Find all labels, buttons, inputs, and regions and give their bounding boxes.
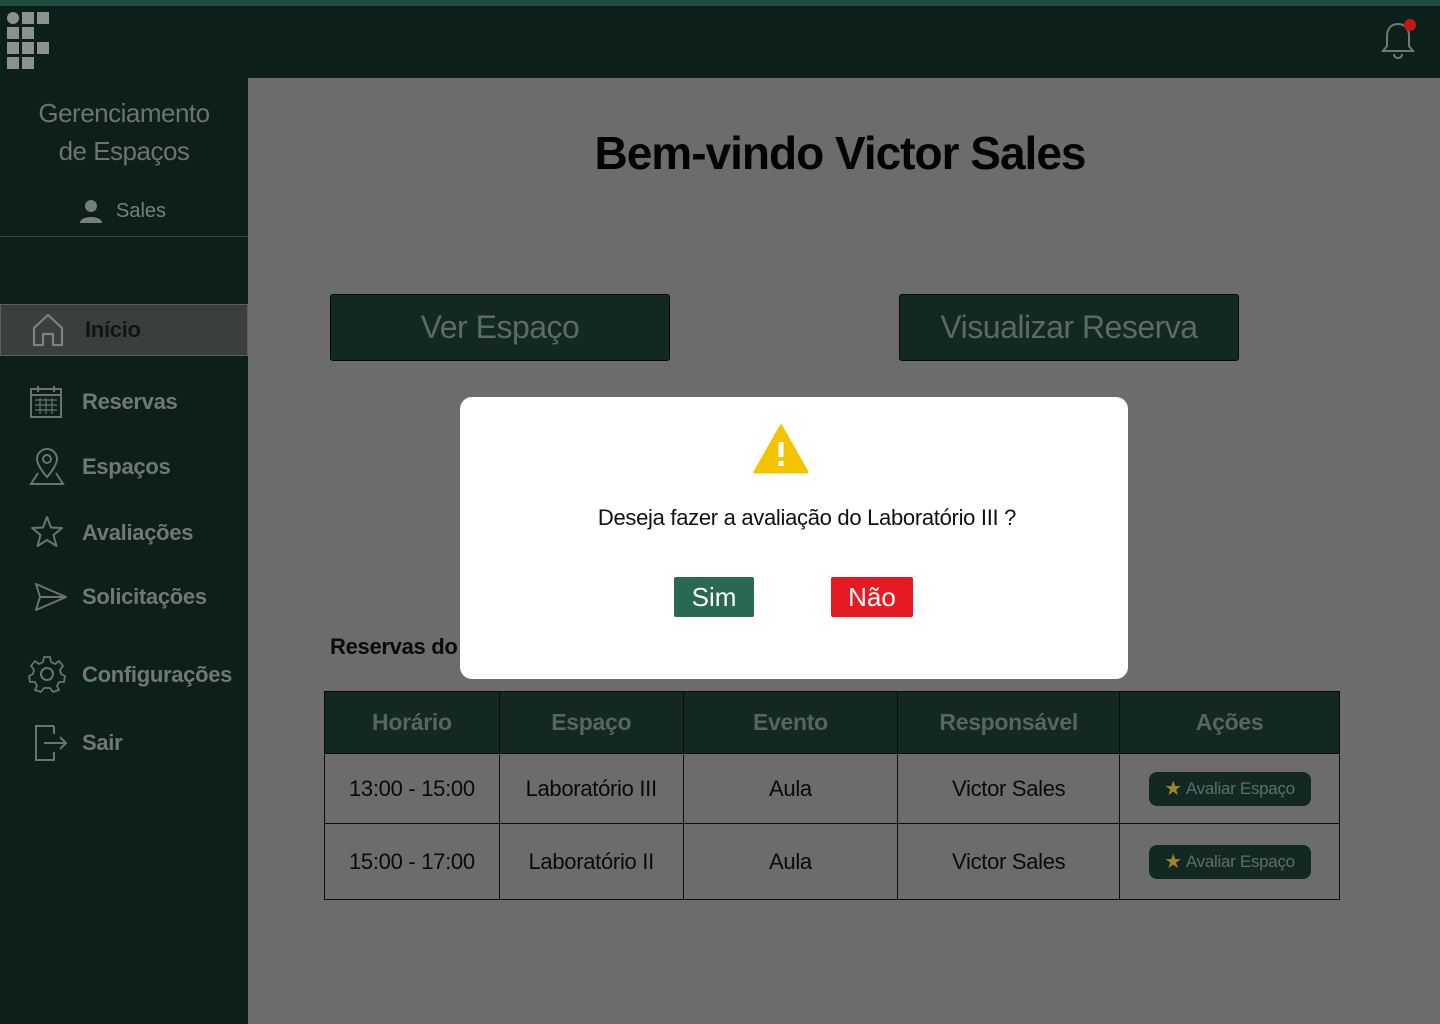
app-title: Gerenciamento de Espaços <box>0 94 248 170</box>
table-row: 13:00 - 15:00 Laboratório III Aula Victo… <box>324 753 1340 824</box>
cell-espaco: Laboratório II <box>498 823 684 900</box>
avaliar-espaco-label: Avaliar Espaço <box>1185 778 1295 798</box>
cell-espaco: Laboratório III <box>498 753 684 824</box>
cell-responsavel: Victor Sales <box>897 753 1121 824</box>
sidebar-item-configuracoes[interactable]: Configurações <box>0 649 248 701</box>
cell-acoes: ★ Avaliar Espaço <box>1119 753 1340 824</box>
notification-badge <box>1404 19 1416 31</box>
sidebar-item-label: Início <box>85 317 141 342</box>
ver-espaco-button[interactable]: Ver Espaço <box>330 294 670 361</box>
institution-logo <box>7 12 51 72</box>
calendar-icon <box>30 386 62 418</box>
sidebar-item-inicio[interactable]: Início <box>0 304 248 356</box>
sidebar-divider <box>0 236 248 237</box>
table-row: 15:00 - 17:00 Laboratório II Aula Victor… <box>324 823 1340 900</box>
user-icon <box>80 200 102 223</box>
sidebar-item-espacos[interactable]: Espaços <box>0 441 248 493</box>
table-header-row: Horário Espaço Evento Responsável Ações <box>324 691 1340 754</box>
sidebar-item-reservas[interactable]: Reservas <box>0 376 248 428</box>
user-name: Sales <box>116 199 167 222</box>
gear-icon <box>28 656 66 693</box>
dialog-message: Deseja fazer a avaliação do Laboratório … <box>597 505 1017 530</box>
cell-evento: Aula <box>682 823 899 900</box>
column-header-evento: Evento <box>682 691 899 754</box>
confirm-yes-button[interactable]: Sim <box>674 577 754 617</box>
warning-icon <box>753 424 809 474</box>
sidebar-item-avaliacoes[interactable]: Avaliações <box>0 507 248 559</box>
cell-horario: 13:00 - 15:00 <box>324 753 500 824</box>
reservations-table: Horário Espaço Evento Responsável Ações … <box>324 691 1340 900</box>
cell-responsavel: Victor Sales <box>897 823 1121 900</box>
visualizar-reserva-button[interactable]: Visualizar Reserva <box>899 294 1239 361</box>
sidebar-item-label: Solicitações <box>82 584 207 609</box>
sidebar-item-sair[interactable]: Sair <box>0 717 248 769</box>
star-icon: ★ <box>1164 851 1182 873</box>
avaliar-espaco-label: Avaliar Espaço <box>1185 851 1295 871</box>
cell-evento: Aula <box>682 753 899 824</box>
cell-acoes: ★ Avaliar Espaço <box>1119 823 1340 900</box>
app-title-line1: Gerenciamento <box>38 98 210 128</box>
section-title: Reservas do D <box>330 634 479 659</box>
column-header-responsavel: Responsável <box>897 691 1121 754</box>
sidebar-item-label: Configurações <box>82 662 233 687</box>
sidebar-item-label: Avaliações <box>82 520 194 545</box>
home-icon <box>32 313 64 347</box>
confirm-dialog: Deseja fazer a avaliação do Laboratório … <box>460 397 1128 679</box>
send-icon <box>35 583 67 611</box>
avaliar-espaco-button[interactable]: ★ Avaliar Espaço <box>1148 771 1311 806</box>
column-header-espaco: Espaço <box>498 691 684 754</box>
cell-horario: 15:00 - 17:00 <box>324 823 500 900</box>
page-title: Bem-vindo Victor Sales <box>594 127 1087 179</box>
top-bar <box>0 0 1440 78</box>
sidebar-item-solicitacoes[interactable]: Solicitações <box>0 571 248 623</box>
column-header-horario: Horário <box>324 691 500 754</box>
star-icon: ★ <box>1164 778 1182 800</box>
sidebar-item-label: Sair <box>82 730 123 755</box>
app-title-line2: de Espaços <box>58 136 190 166</box>
sidebar-item-label: Reservas <box>82 389 178 414</box>
user-info[interactable]: Sales <box>78 196 166 226</box>
column-header-acoes: Ações <box>1119 691 1340 754</box>
confirm-no-button[interactable]: Não <box>831 577 913 617</box>
location-pin-icon <box>29 447 65 485</box>
star-icon <box>31 516 63 547</box>
logout-icon <box>35 725 68 761</box>
avaliar-espaco-button[interactable]: ★ Avaliar Espaço <box>1148 844 1311 879</box>
sidebar-item-label: Espaços <box>82 454 171 479</box>
sidebar: Gerenciamento de Espaços Sales Início Re… <box>0 78 248 1024</box>
